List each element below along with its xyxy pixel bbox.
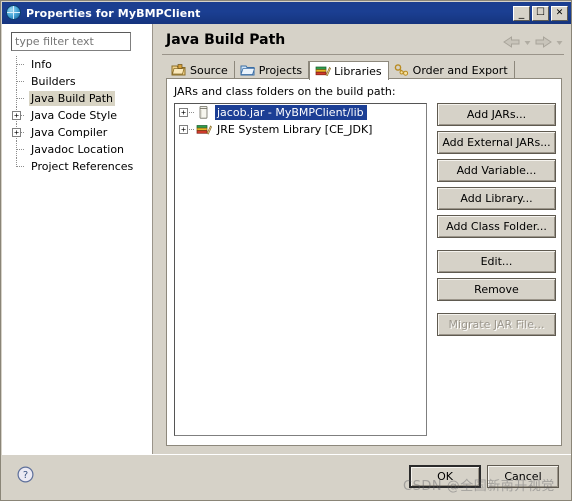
expand-icon[interactable]: + [179, 125, 188, 134]
sidebar-item-java-compiler[interactable]: + Java Compiler [12, 124, 156, 141]
library-actions: Add JARs... Add External JARs... Add Var… [437, 103, 556, 341]
tab-order-and-export[interactable]: Order and Export [388, 61, 515, 79]
minimize-button[interactable]: _ [513, 5, 530, 21]
sidebar-item-label: Java Compiler [31, 126, 108, 139]
jar-icon [196, 105, 212, 120]
tree-elbow [17, 98, 25, 99]
expand-icon[interactable]: + [12, 111, 21, 120]
sidebar-item-label: Project References [31, 160, 134, 173]
list-item[interactable]: + JRE System Library [CE_JDK] [175, 121, 426, 138]
expand-icon[interactable]: + [179, 108, 188, 117]
sidebar-item-label: Info [31, 58, 52, 71]
tab-projects[interactable]: Projects [234, 61, 310, 79]
svg-text:?: ? [23, 470, 28, 481]
properties-globe-icon [6, 5, 22, 21]
dialog-footer: ? OK Cancel [2, 454, 571, 500]
settings-sidebar: Info Builders Java Build Path + Java [2, 24, 153, 454]
window-title: Properties for MyBMPClient [26, 6, 201, 20]
edit-button[interactable]: Edit... [437, 250, 556, 273]
sidebar-item-label: Builders [31, 75, 76, 88]
sidebar-item-label: Java Build Path [29, 91, 116, 106]
settings-tree: Info Builders Java Build Path + Java Cod… [12, 56, 156, 175]
sidebar-item-java-code-style[interactable]: + Java Code Style [12, 107, 156, 124]
sidebar-item-project-references[interactable]: Project References [16, 158, 156, 175]
library-books-icon [196, 122, 212, 137]
ok-button[interactable]: OK [409, 465, 481, 488]
build-path-tabs: Source Projects Libraries Order and Expo… [166, 60, 515, 80]
tree-elbow [17, 81, 25, 82]
tree-elbow [17, 149, 25, 150]
libraries-books-icon [315, 64, 332, 78]
forward-dropdown-icon[interactable] [555, 34, 564, 48]
page-navigation [503, 34, 564, 48]
page-title: Java Build Path [166, 32, 286, 48]
build-path-list[interactable]: + jacob.jar - MyBMPClient/lib + JRE Syst… [174, 103, 427, 436]
tree-line [189, 129, 195, 130]
list-item-label: JRE System Library [CE_JDK] [217, 123, 373, 136]
order-export-key-icon [394, 63, 410, 77]
window-controls: _ ☐ ✕ [513, 5, 568, 21]
source-folder-icon [171, 63, 187, 77]
remove-button[interactable]: Remove [437, 278, 556, 301]
title-divider [162, 54, 564, 55]
sidebar-item-label: Java Code Style [31, 109, 118, 122]
projects-folder-icon [240, 63, 256, 77]
sidebar-item-java-build-path[interactable]: Java Build Path [16, 90, 156, 107]
tree-elbow [17, 166, 25, 167]
tab-source[interactable]: Source [166, 61, 235, 79]
add-external-jars-button[interactable]: Add External JARs... [437, 131, 556, 154]
expand-icon[interactable]: + [12, 128, 21, 137]
filter-input[interactable] [11, 32, 131, 51]
cancel-button[interactable]: Cancel [487, 465, 559, 488]
tree-line [189, 112, 195, 113]
add-variable-button[interactable]: Add Variable... [437, 159, 556, 182]
migrate-jar-file-button: Migrate JAR File... [437, 313, 556, 336]
title-bar: Properties for MyBMPClient _ ☐ ✕ [2, 2, 571, 24]
tab-label: Order and Export [412, 63, 508, 77]
list-label: JARs and class folders on the build path… [174, 85, 396, 98]
list-item-label: jacob.jar - MyBMPClient/lib [215, 105, 367, 120]
add-library-button[interactable]: Add Library... [437, 187, 556, 210]
dialog-body: Info Builders Java Build Path + Java [2, 24, 571, 454]
sidebar-item-info[interactable]: Info [16, 56, 156, 73]
maximize-button[interactable]: ☐ [532, 5, 549, 21]
tab-label: Source [190, 63, 228, 77]
close-button[interactable]: ✕ [551, 5, 568, 21]
add-jars-button[interactable]: Add JARs... [437, 103, 556, 126]
sidebar-item-label: Javadoc Location [31, 143, 125, 156]
settings-page: Java Build Path Source Projects Librarie… [154, 24, 571, 454]
back-dropdown-icon[interactable] [523, 34, 532, 48]
help-question-icon[interactable]: ? [17, 466, 34, 483]
sidebar-item-builders[interactable]: Builders [16, 73, 156, 90]
sidebar-item-javadoc-location[interactable]: Javadoc Location [16, 141, 156, 158]
properties-dialog: Properties for MyBMPClient _ ☐ ✕ Info [0, 0, 572, 501]
back-arrow-icon[interactable] [503, 34, 520, 48]
tab-label: Libraries [334, 64, 382, 78]
libraries-panel: JARs and class folders on the build path… [166, 78, 562, 446]
forward-arrow-icon[interactable] [535, 34, 552, 48]
tab-libraries[interactable]: Libraries [309, 61, 389, 80]
tab-label: Projects [258, 63, 303, 77]
list-item[interactable]: + jacob.jar - MyBMPClient/lib [175, 104, 426, 121]
tree-elbow [17, 64, 25, 65]
add-class-folder-button[interactable]: Add Class Folder... [437, 215, 556, 238]
